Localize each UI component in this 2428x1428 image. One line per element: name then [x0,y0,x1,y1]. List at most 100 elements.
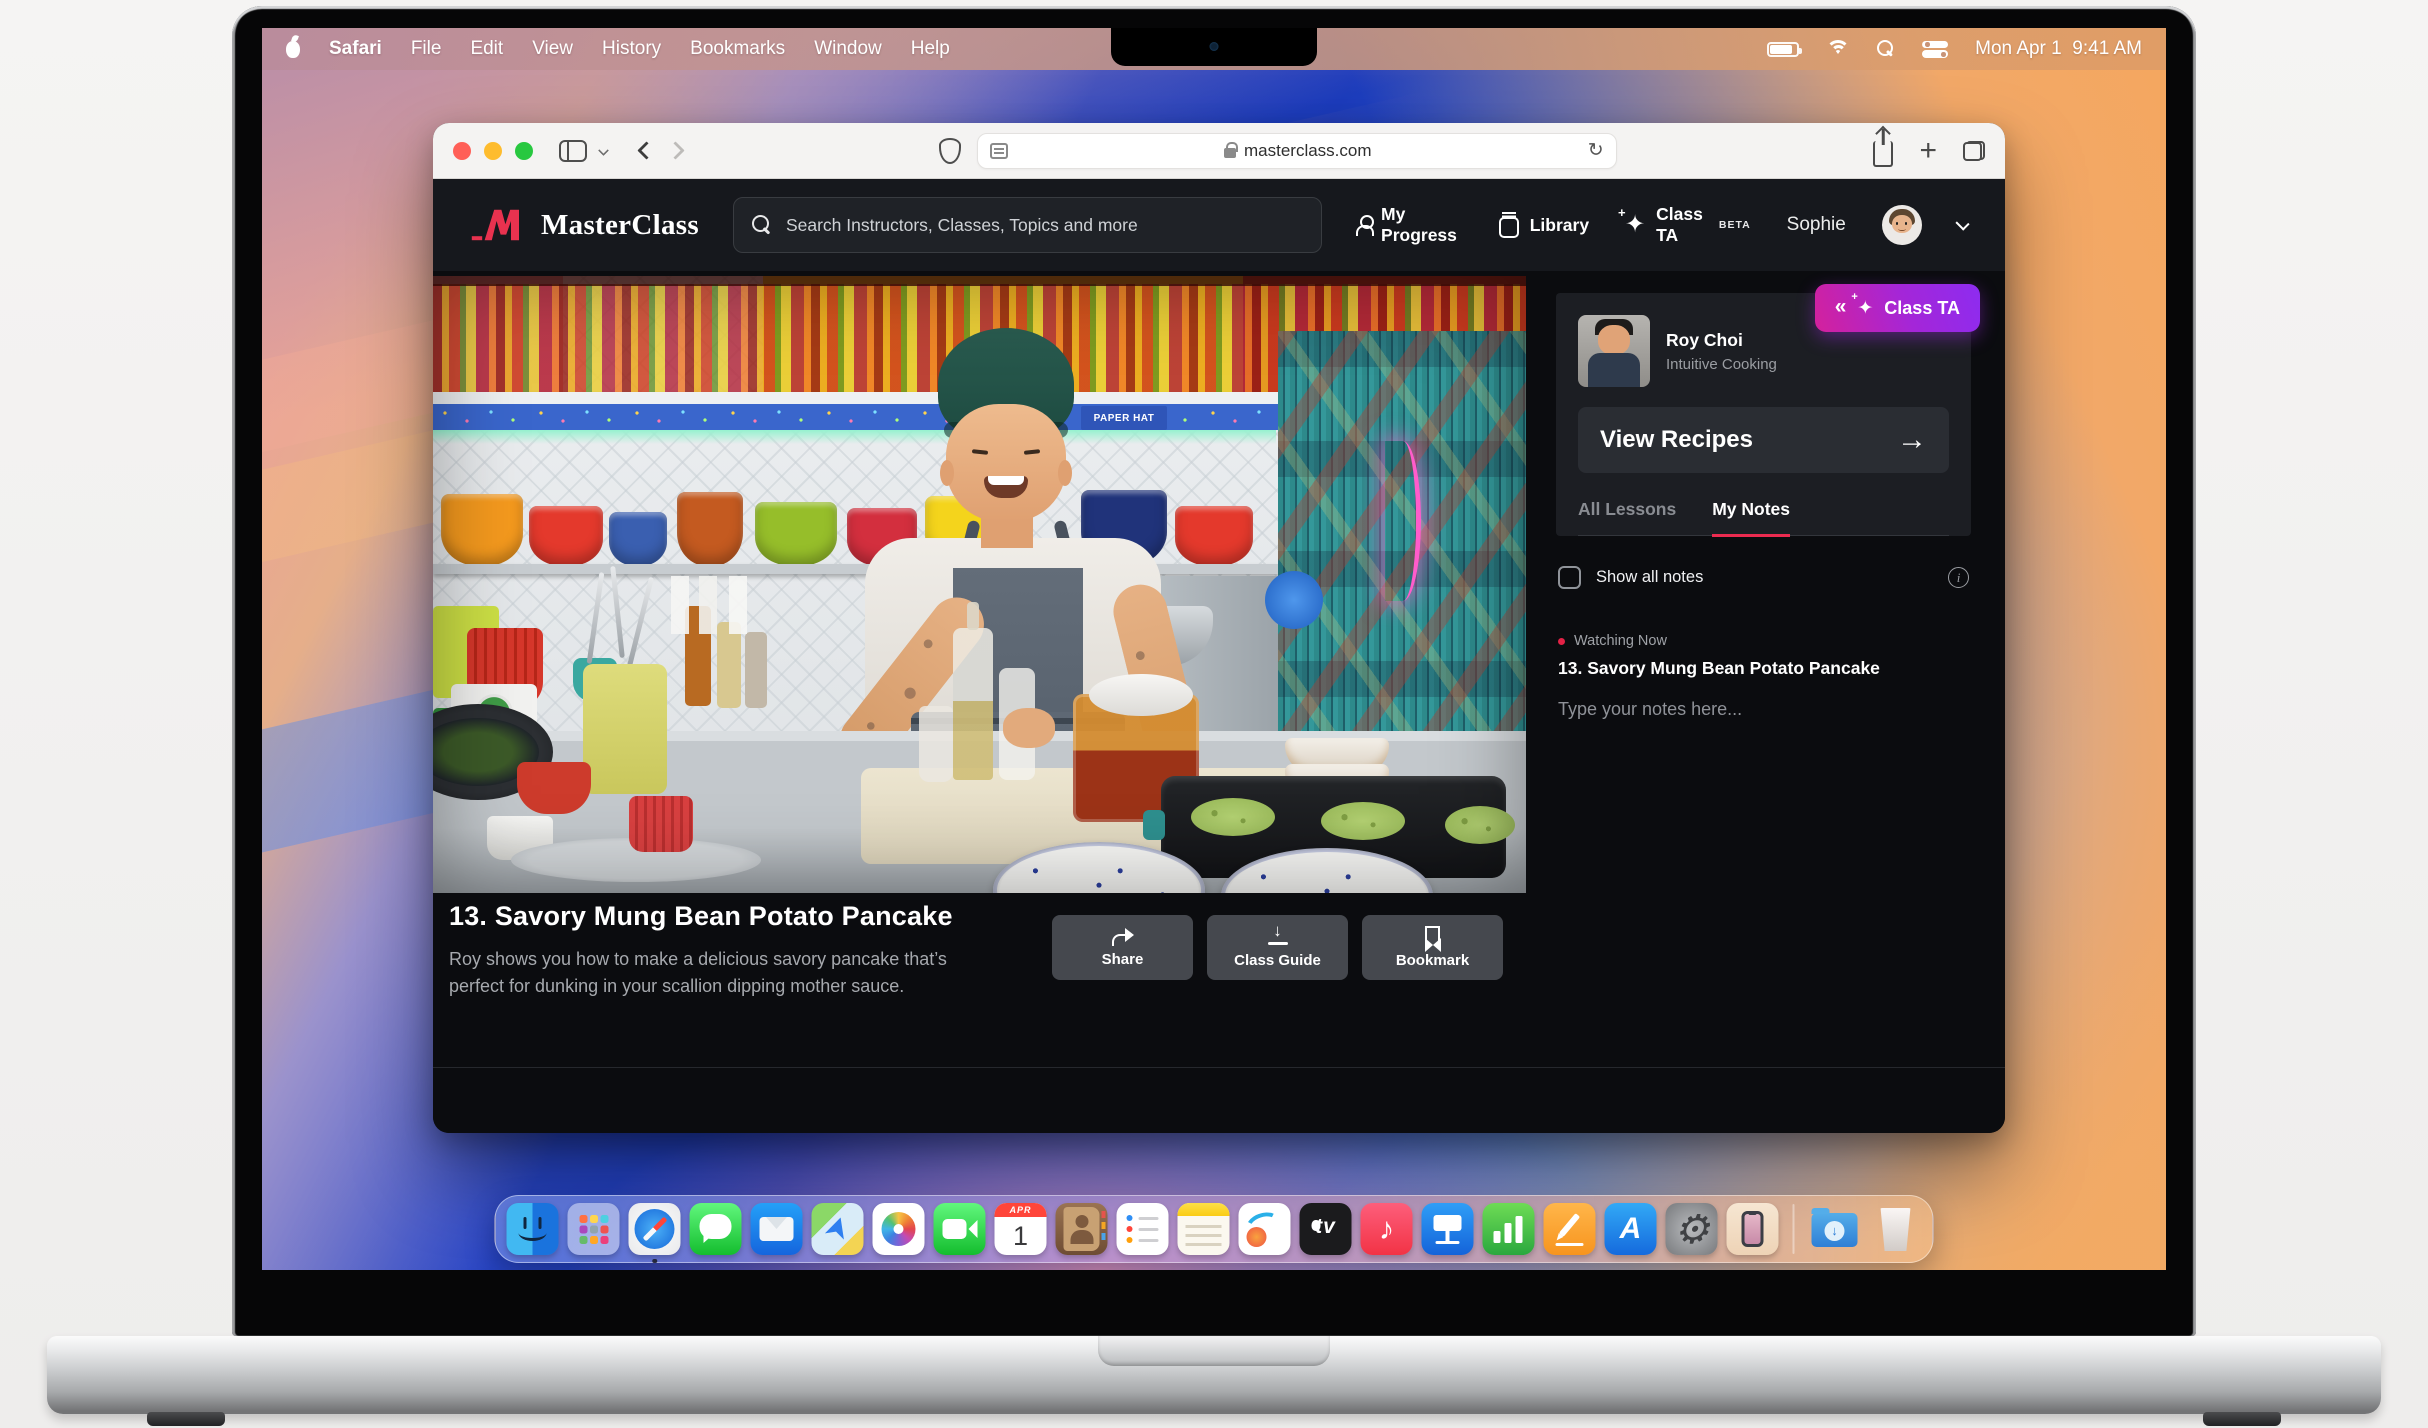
dock-icon-iphone-mirroring[interactable] [1727,1203,1779,1255]
account-menu[interactable]: Sophie [1787,214,1846,236]
tab-overview-icon[interactable] [1963,141,1985,161]
lesson-video-player[interactable]: PAPER HAT [433,276,1526,893]
dock-icon-messages[interactable] [690,1203,742,1255]
info-icon[interactable]: i [1948,567,1969,588]
nav-library[interactable]: Library [1499,213,1589,238]
view-recipes-label: View Recipes [1600,426,1753,454]
bowl [441,494,523,566]
lesson-actions: Share Class Guide Bookmark [1052,915,1503,980]
class-ta-panel: « ✦ Class TA Roy Choi Intuitive [1556,293,1971,764]
mung-bean-pancake [1445,806,1515,844]
reader-icon[interactable] [990,143,1008,159]
red-cup [629,796,693,852]
menu-item-bookmarks[interactable]: Bookmarks [690,38,785,60]
dock-icon-trash[interactable] [1870,1203,1922,1255]
wifi-icon[interactable] [1826,40,1850,58]
dock-icon-safari[interactable] [629,1203,681,1255]
class-ta-button[interactable]: « ✦ Class TA [1815,284,1980,332]
dock-icon-maps[interactable] [812,1203,864,1255]
cruet [919,706,953,782]
watching-now-label: Watching Now [1574,633,1667,649]
dock-icon-app-store[interactable]: A [1605,1203,1657,1255]
nav-class-ta-label: Class TA [1656,204,1703,246]
reload-icon[interactable]: ↻ [1588,139,1604,162]
dock-icon-calendar[interactable]: APR1 [995,1203,1047,1255]
close-button[interactable] [453,142,471,160]
dock: APR1 tv ♪ A ⚙ ↓ [495,1195,1934,1263]
neon-light [1385,441,1421,601]
avatar[interactable] [1882,205,1922,245]
class-guide-button[interactable]: Class Guide [1207,915,1348,980]
battery-icon[interactable] [1767,42,1799,57]
menu-clock[interactable]: Mon Apr 1 9:41 AM [1975,38,2142,60]
bookmark-button[interactable]: Bookmark [1362,915,1503,980]
menu-item-window[interactable]: Window [814,38,882,60]
menu-item-history[interactable]: History [602,38,661,60]
show-all-notes-row: Show all notes i [1558,566,1969,589]
control-center-icon[interactable] [1922,41,1948,58]
dock-icon-system-settings[interactable]: ⚙ [1666,1203,1718,1255]
chevron-down-icon[interactable] [1955,216,1969,230]
dock-icon-music[interactable]: ♪ [1361,1203,1413,1255]
dock-icon-pages[interactable] [1544,1203,1596,1255]
nav-class-ta[interactable]: ✦ Class TA BETA [1625,204,1751,246]
dock-icon-photos[interactable] [873,1203,925,1255]
privacy-shield-icon[interactable] [939,138,961,164]
tab-my-notes[interactable]: My Notes [1712,499,1790,520]
dock-icon-apple-tv[interactable]: tv [1300,1203,1352,1255]
dock-icon-notes[interactable] [1178,1203,1230,1255]
bowl [1175,506,1253,566]
chef-hand [1003,708,1055,748]
menu-item-edit[interactable]: Edit [470,38,503,60]
dock-icon-freeform[interactable] [1239,1203,1291,1255]
sauce-lid-bowl [1089,674,1193,716]
show-all-notes-label: Show all notes [1596,568,1703,587]
dock-icon-launchpad[interactable] [568,1203,620,1255]
colander [517,762,591,814]
nav-my-progress[interactable]: My Progress [1356,204,1463,246]
under-shelf-light [433,430,1276,444]
notes-input[interactable] [1558,699,1969,759]
masterclass-logo[interactable]: MasterClass [471,206,699,244]
masterclass-logo-mark [471,206,527,244]
bowl [609,512,667,566]
tab-all-lessons[interactable]: All Lessons [1578,499,1676,520]
back-icon[interactable] [637,141,655,159]
search-input[interactable] [786,215,1303,236]
share-icon [1112,928,1134,944]
zoom-button[interactable] [515,142,533,160]
menu-item-view[interactable]: View [532,38,573,60]
bottle [717,622,741,708]
dock-icon-contacts[interactable] [1056,1203,1108,1255]
dock-icon-facetime[interactable] [934,1203,986,1255]
dock-icon-numbers[interactable] [1483,1203,1535,1255]
apple-menu-icon[interactable] [286,41,300,58]
dock-icon-keynote[interactable] [1422,1203,1474,1255]
tab-group-chevron-icon[interactable] [598,145,609,156]
course-title: Intuitive Cooking [1666,356,1777,373]
show-all-notes-checkbox[interactable] [1558,566,1581,589]
lesson-description: Roy shows you how to make a delicious sa… [449,946,994,1001]
new-tab-icon[interactable]: + [1919,136,1937,166]
dock-icon-finder[interactable] [507,1203,559,1255]
dock-icon-mail[interactable] [751,1203,803,1255]
dock-icon-reminders[interactable] [1117,1203,1169,1255]
minimize-button[interactable] [484,142,502,160]
oil-bottle [953,628,993,780]
sidebar-toggle-icon[interactable] [559,140,587,162]
menu-item-safari[interactable]: Safari [329,38,382,60]
share-icon[interactable] [1873,141,1893,167]
view-recipes-button[interactable]: View Recipes → [1578,407,1949,473]
site-nav: My Progress Library ✦ Class TA BETA S [1356,204,1967,246]
instructor-thumbnail [1578,315,1650,387]
lid-groove [1098,1336,1330,1366]
forward-icon[interactable] [666,141,684,159]
share-button[interactable]: Share [1052,915,1193,980]
site-search[interactable] [733,197,1322,253]
address-bar[interactable]: masterclass.com ↻ [977,133,1617,169]
menu-item-file[interactable]: File [411,38,442,60]
dock-icon-downloads[interactable]: ↓ [1809,1203,1861,1255]
beta-badge: BETA [1719,219,1751,231]
menu-item-help[interactable]: Help [911,38,950,60]
spotlight-icon[interactable] [1877,40,1895,58]
